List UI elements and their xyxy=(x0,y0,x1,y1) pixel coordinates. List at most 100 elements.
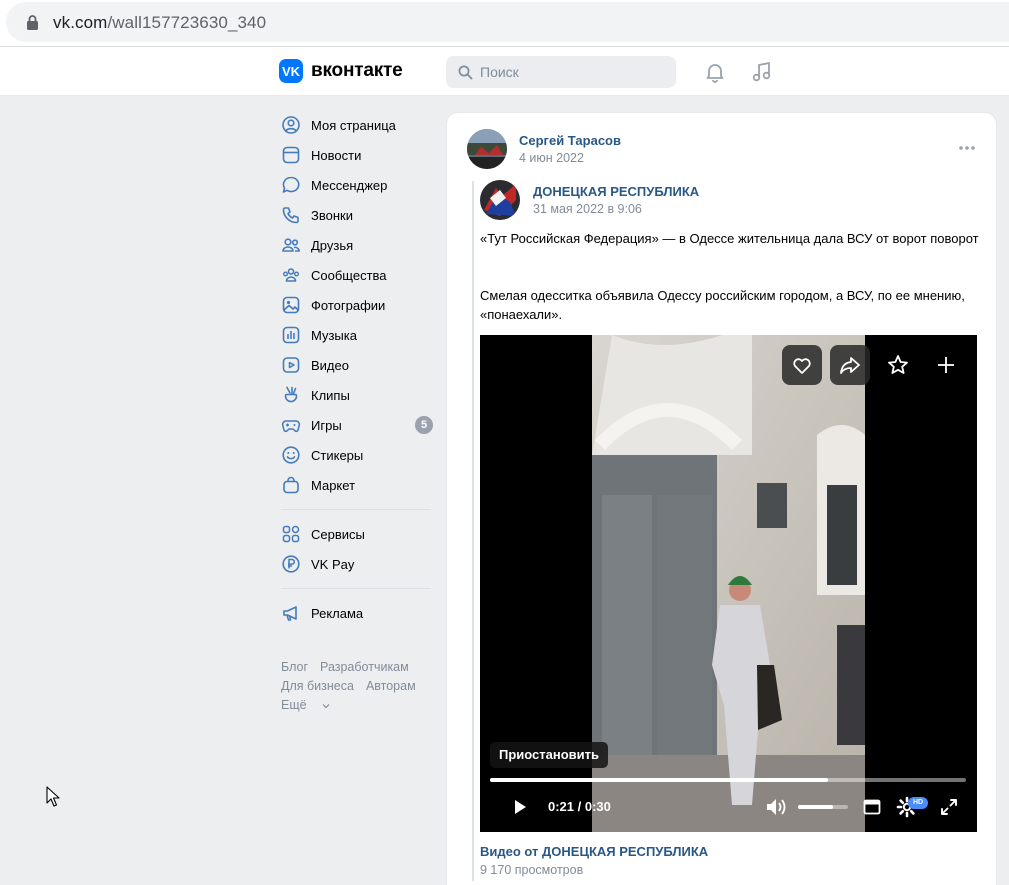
sidebar-item-my-page[interactable]: Моя страница xyxy=(279,110,439,140)
volume-icon[interactable] xyxy=(764,796,788,818)
play-icon[interactable] xyxy=(510,797,530,817)
add-video-button[interactable] xyxy=(926,345,966,385)
smile-icon xyxy=(282,446,300,464)
url-text: vk.com/wall157723630_340 xyxy=(53,13,266,33)
repost-avatar-image xyxy=(480,180,520,220)
phone-icon xyxy=(282,207,299,224)
sidebar-item-label: Мессенджер xyxy=(311,177,388,193)
footer-link-more-label: Ещё xyxy=(281,698,307,712)
video-time-total: 0:30 xyxy=(584,799,611,814)
games-count-badge: 5 xyxy=(415,416,433,434)
repost-indicator-line xyxy=(472,181,474,881)
footer-link-developers[interactable]: Разработчикам xyxy=(320,660,409,674)
sidebar-divider xyxy=(281,509,431,510)
plus-icon xyxy=(938,357,954,373)
communities-icon xyxy=(283,268,299,282)
vk-logo[interactable]: VK вконтакте xyxy=(279,59,403,83)
user-circle-icon xyxy=(282,116,300,134)
video-progress-bar[interactable] xyxy=(490,778,966,782)
fullscreen-icon[interactable] xyxy=(939,797,959,817)
sidebar-item-label: Сообщества xyxy=(311,267,387,283)
video-progress-fill xyxy=(490,778,828,782)
sidebar-item-label: Звонки xyxy=(311,207,353,223)
favorite-video-button[interactable] xyxy=(878,345,918,385)
sidebar-item-photos[interactable]: Фотографии xyxy=(279,290,439,320)
miniplayer-icon[interactable] xyxy=(863,798,881,816)
vk-logo-mark: VK xyxy=(279,59,303,83)
footer-link-more[interactable]: Ещё xyxy=(281,698,330,712)
url-domain: vk.com xyxy=(53,13,108,32)
star-icon xyxy=(888,355,908,374)
sidebar-item-label: VK Pay xyxy=(311,556,355,572)
more-options-icon[interactable] xyxy=(957,143,977,153)
sidebar-item-label: Фотографии xyxy=(311,297,386,313)
sidebar-item-label: Новости xyxy=(311,147,362,163)
sidebar-item-label: Маркет xyxy=(311,477,356,493)
sidebar-item-label: Друзья xyxy=(311,237,354,253)
mouse-cursor-icon xyxy=(46,786,60,807)
chat-bubble-icon xyxy=(282,176,300,193)
wall-post: Сергей Тарасов 4 июн 2022 ДОНЕЦКАЯ РЕСПУ… xyxy=(446,112,997,885)
share-video-button[interactable] xyxy=(830,345,870,385)
bell-icon[interactable] xyxy=(704,61,726,83)
hd-badge: HD xyxy=(908,797,928,809)
sidebar-item-music[interactable]: Музыка xyxy=(279,320,439,350)
post-date[interactable]: 4 июн 2022 xyxy=(519,151,584,165)
volume-slider-fill xyxy=(798,805,833,809)
left-sidebar: Моя страница Новости Мессенджер Звонки Д… xyxy=(279,110,439,628)
sidebar-item-label: Видео xyxy=(311,357,349,373)
sidebar-item-games[interactable]: Игры 5 xyxy=(279,410,439,440)
music-icon[interactable] xyxy=(751,61,773,83)
sidebar-item-stickers[interactable]: Стикеры xyxy=(279,440,439,470)
search-icon xyxy=(458,65,473,80)
video-frame xyxy=(592,335,865,832)
pause-tooltip: Приостановить xyxy=(490,742,609,768)
post-text-paragraph-1: «Тут Российская Федерация» — в Одессе жи… xyxy=(480,231,979,246)
search-input[interactable] xyxy=(480,59,670,85)
video-icon xyxy=(282,357,300,373)
clips-icon xyxy=(284,386,298,403)
sidebar-item-communities[interactable]: Сообщества xyxy=(279,260,439,290)
footer-link-authors[interactable]: Авторам xyxy=(366,679,416,693)
vkpay-icon xyxy=(282,555,300,573)
video-player[interactable]: Приостановить 0:21 / 0:30 HD xyxy=(480,335,977,832)
news-icon xyxy=(282,146,300,164)
sidebar-item-messenger[interactable]: Мессенджер xyxy=(279,170,439,200)
sidebar-item-label: Клипы xyxy=(311,387,350,403)
sidebar-item-news[interactable]: Новости xyxy=(279,140,439,170)
sidebar-item-ads[interactable]: Реклама xyxy=(279,598,439,628)
vk-logo-text: вконтакте xyxy=(311,60,403,81)
sidebar-item-calls[interactable]: Звонки xyxy=(279,200,439,230)
video-time: 0:21 / 0:30 xyxy=(548,799,611,814)
post-author-name[interactable]: Сергей Тарасов xyxy=(519,133,621,148)
author-avatar[interactable] xyxy=(467,129,507,169)
like-video-button[interactable] xyxy=(782,345,822,385)
lock-icon xyxy=(27,15,38,30)
url-path: /wall157723630_340 xyxy=(107,13,267,32)
video-title-link[interactable]: Видео от ДОНЕЦКАЯ РЕСПУБЛИКА xyxy=(480,844,708,859)
photo-icon xyxy=(282,296,300,314)
video-time-current: 0:21 xyxy=(548,799,575,814)
footer-link-blog[interactable]: Блог xyxy=(281,660,308,674)
sidebar-item-video[interactable]: Видео xyxy=(279,350,439,380)
author-avatar-image xyxy=(467,129,507,169)
url-field[interactable]: vk.com/wall157723630_340 xyxy=(6,2,1009,42)
sidebar-footer-links: Блог Разработчикам Для бизнеса Авторам Ещё xyxy=(281,658,441,715)
sidebar-item-vk-pay[interactable]: VK Pay xyxy=(279,549,439,579)
sidebar-item-market[interactable]: Маркет xyxy=(279,470,439,500)
repost-author-name[interactable]: ДОНЕЦКАЯ РЕСПУБЛИКА xyxy=(533,184,699,199)
site-header: VK вконтакте xyxy=(0,47,1009,96)
sidebar-item-clips[interactable]: Клипы xyxy=(279,380,439,410)
volume-slider[interactable] xyxy=(798,805,848,809)
browser-address-bar: vk.com/wall157723630_340 xyxy=(0,0,1009,47)
sidebar-item-services[interactable]: Сервисы xyxy=(279,519,439,549)
repost-avatar[interactable] xyxy=(480,180,520,220)
gamepad-icon xyxy=(281,420,301,433)
repost-date[interactable]: 31 мая 2022 в 9:06 xyxy=(533,202,642,216)
footer-link-business[interactable]: Для бизнеса xyxy=(281,679,354,693)
friends-icon xyxy=(282,238,300,252)
post-text-paragraph-2: Смелая одесситка объявила Одессу российс… xyxy=(480,288,965,322)
sidebar-item-label: Реклама xyxy=(311,605,364,621)
sidebar-item-friends[interactable]: Друзья xyxy=(279,230,439,260)
sidebar-item-label: Игры xyxy=(311,417,342,433)
